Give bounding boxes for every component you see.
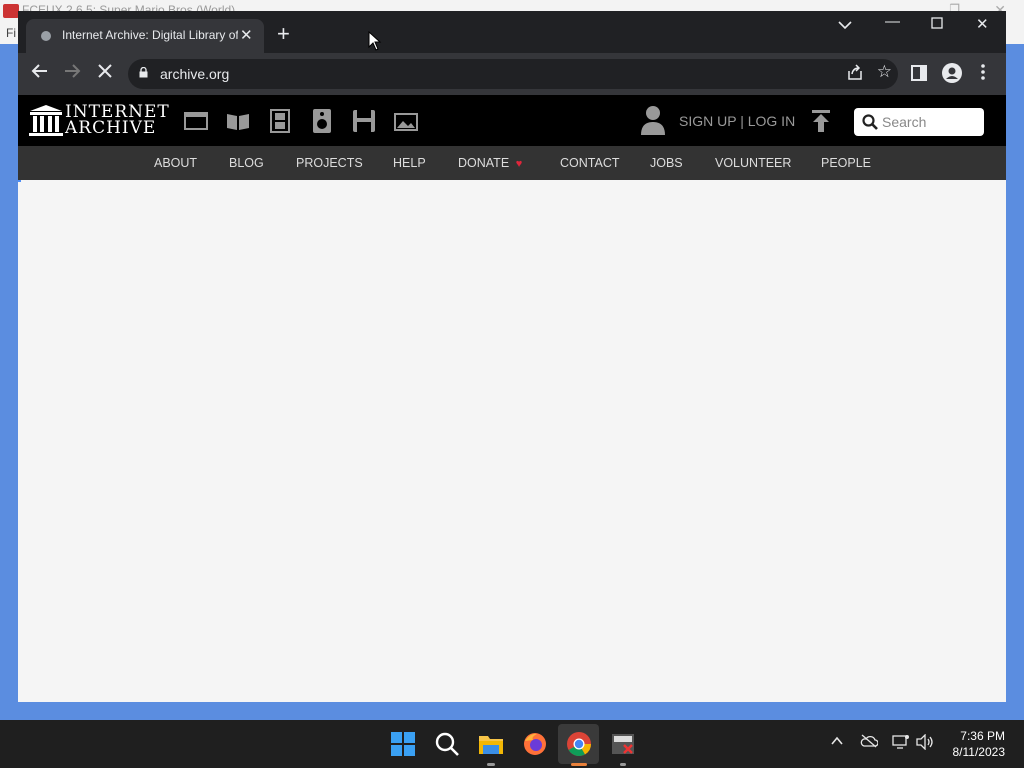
network-icon[interactable] xyxy=(892,734,910,754)
browser-window: Internet Archive: Digital Library of Fre… xyxy=(18,11,1006,702)
nav-contact[interactable]: CONTACT xyxy=(560,156,620,170)
search-placeholder[interactable]: Search xyxy=(882,114,926,130)
browser-toolbar: archive.org ☆ xyxy=(18,53,1006,95)
audio-speaker-icon[interactable] xyxy=(309,108,335,134)
volume-icon[interactable] xyxy=(916,733,934,754)
tab-search-icon[interactable] xyxy=(838,17,852,34)
maximize-button[interactable] xyxy=(931,16,943,33)
fceux-taskbar-icon[interactable] xyxy=(610,731,636,757)
tab-favicon-icon xyxy=(41,31,51,41)
clock-time: 7:36 PM xyxy=(960,729,1005,743)
nav-volunteer[interactable]: VOLUNTEER xyxy=(715,156,791,170)
search-taskbar-icon[interactable] xyxy=(434,731,460,757)
web-icon[interactable] xyxy=(183,108,209,134)
menu-kebab-icon[interactable] xyxy=(980,63,986,86)
share-icon[interactable] xyxy=(846,63,864,86)
show-hidden-icons-chevron-icon[interactable] xyxy=(830,734,844,751)
ia-logo-icon[interactable] xyxy=(28,103,64,137)
address-bar[interactable]: archive.org ☆ xyxy=(128,59,898,89)
tab-strip: Internet Archive: Digital Library of Fre… xyxy=(18,11,1006,53)
tab-title: Internet Archive: Digital Library of Fre… xyxy=(62,28,238,42)
background-window-menu: Fi xyxy=(6,26,16,40)
address-text[interactable]: archive.org xyxy=(160,66,229,82)
firefox-icon[interactable] xyxy=(522,731,548,757)
system-clock[interactable]: 7:36 PM 8/11/2023 xyxy=(953,728,1006,760)
sign-up-log-in-link[interactable]: SIGN UP | LOG IN xyxy=(679,113,795,129)
ia-logo-line2: ARCHIVE xyxy=(65,118,157,138)
clock-date: 8/11/2023 xyxy=(952,745,1006,759)
close-window-button[interactable]: ✕ xyxy=(976,15,989,33)
new-tab-button[interactable]: + xyxy=(277,23,290,45)
taskbar: 7:36 PM 8/11/2023 xyxy=(0,720,1024,768)
texts-book-icon[interactable] xyxy=(225,108,251,134)
video-film-icon[interactable] xyxy=(267,108,293,134)
search-box[interactable]: Search xyxy=(854,108,984,136)
ia-header: INTERNET ARCHIVE SIGN UP | LOG IN Search xyxy=(18,95,1006,146)
explorer-running-indicator xyxy=(487,763,495,766)
web-page: INTERNET ARCHIVE SIGN UP | LOG IN Search… xyxy=(18,95,1006,702)
nav-projects[interactable]: PROJECTS xyxy=(296,156,363,170)
nav-donate[interactable]: DONATE ♥ xyxy=(458,156,522,170)
stop-loading-button[interactable] xyxy=(96,62,114,85)
user-account-icon[interactable] xyxy=(640,104,666,136)
upload-icon[interactable] xyxy=(810,109,832,133)
minimize-button[interactable]: — xyxy=(885,13,900,30)
side-panel-icon[interactable] xyxy=(911,65,927,86)
fceux-app-icon xyxy=(3,4,19,18)
bookmark-star-icon[interactable]: ☆ xyxy=(877,62,892,82)
ia-nav-bar: ABOUT BLOG PROJECTS HELP DONATE ♥ CONTAC… xyxy=(18,146,1006,180)
start-windows-icon[interactable] xyxy=(390,731,416,757)
chrome-running-indicator xyxy=(571,763,587,766)
ia-logo-text[interactable]: INTERNET ARCHIVE xyxy=(65,104,170,138)
nav-about[interactable]: ABOUT xyxy=(154,156,197,170)
browser-tab[interactable]: Internet Archive: Digital Library of Fre… xyxy=(26,19,264,53)
software-disk-icon[interactable] xyxy=(351,108,377,134)
chrome-icon[interactable] xyxy=(566,731,592,757)
heart-icon: ♥ xyxy=(512,158,523,170)
fceux-running-indicator xyxy=(620,763,626,766)
nav-help[interactable]: HELP xyxy=(393,156,426,170)
forward-button[interactable] xyxy=(63,62,81,85)
page-loading-indicator xyxy=(18,180,21,182)
nav-people[interactable]: PEOPLE xyxy=(821,156,871,170)
images-icon[interactable] xyxy=(393,108,419,134)
lock-icon[interactable] xyxy=(139,67,148,78)
file-explorer-icon[interactable] xyxy=(478,731,504,757)
onedrive-offline-icon[interactable] xyxy=(860,734,879,752)
search-icon[interactable] xyxy=(862,114,878,130)
nav-donate-label: DONATE xyxy=(458,156,510,170)
back-button[interactable] xyxy=(31,62,49,85)
nav-jobs[interactable]: JOBS xyxy=(650,156,683,170)
nav-blog[interactable]: BLOG xyxy=(229,156,264,170)
tab-close-icon[interactable]: ✕ xyxy=(240,26,253,44)
profile-avatar-icon[interactable] xyxy=(942,63,962,88)
